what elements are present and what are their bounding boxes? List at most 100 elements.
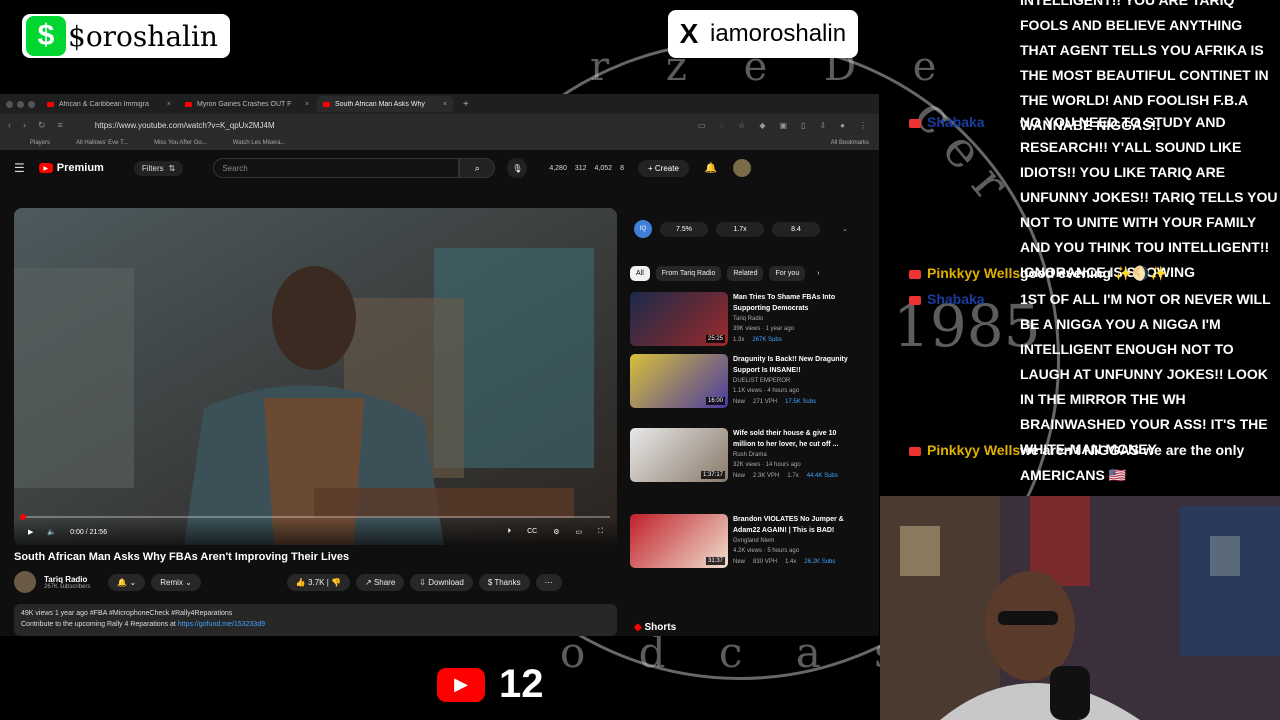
chat-username: Pinkkyy Wells	[927, 442, 1021, 458]
description-text: Contribute to the upcoming Rally 4 Repar…	[21, 621, 178, 628]
download-icon[interactable]: ⇩	[819, 121, 826, 130]
rec-channel[interactable]: Rush Drama	[733, 450, 851, 460]
rec-title[interactable]: Brandon VIOLATES No Jumper & Adam22 AGAI…	[733, 514, 851, 536]
kebab-menu-icon[interactable]: ⋮	[859, 121, 867, 130]
browser-tab-active[interactable]: South African Man Asks Why ×	[317, 96, 453, 112]
chip-for-you[interactable]: For you	[769, 266, 806, 281]
youtube-logo[interactable]: ▶ Premium	[38, 162, 104, 174]
rec-title[interactable]: Man Tries To Shame FBAs Into Supporting …	[733, 292, 851, 314]
youtube-icon	[909, 446, 921, 456]
sidebar-icon[interactable]: ▯	[801, 121, 805, 130]
close-tab-icon[interactable]: ×	[443, 101, 447, 108]
channel-name[interactable]: Tariq Radio	[44, 575, 90, 584]
chat-username: Pinkkyy Wells	[927, 265, 1021, 281]
chevron-down-icon[interactable]: ⌄	[842, 225, 848, 233]
chip-related[interactable]: Related	[727, 266, 764, 281]
volume-icon[interactable]: 🔈	[47, 528, 56, 536]
bookmark-item[interactable]: Watch Les Misera...	[233, 140, 286, 146]
rec-tag: 267K Subs	[752, 337, 782, 343]
video-thumbnail[interactable]: 16:00	[630, 354, 728, 408]
url-field[interactable]: https://www.youtube.com/watch?v=K_qpUx2M…	[95, 121, 275, 130]
recommendation-item[interactable]: 31:37 Brandon VIOLATES No Jumper & Adam2…	[630, 514, 868, 580]
bookmark-item[interactable]: Miss You After Go...	[154, 140, 207, 146]
rec-title[interactable]: Wife sold their house & give 10 million …	[733, 428, 851, 450]
chat-message: Pinkkyy Wells we aren't NIGGAS we are th…	[905, 438, 1275, 483]
rec-channel[interactable]: Tariq Radio	[733, 314, 851, 324]
window-minimize-dot[interactable]	[17, 100, 24, 108]
tab-bar: African & Caribbean Immigra × Myron Gaine…	[0, 94, 879, 114]
close-tab-icon[interactable]: ×	[305, 101, 309, 108]
bookmark-item[interactable]: All Hallows' Eve T...	[76, 140, 128, 146]
video-thumbnail[interactable]: 31:37	[630, 514, 728, 568]
fullscreen-icon[interactable]: ⛶	[598, 528, 603, 536]
close-tab-icon[interactable]: ×	[167, 101, 171, 108]
video-title: South African Man Asks Why FBAs Aren't I…	[14, 551, 350, 563]
logo-label: Premium	[56, 162, 104, 174]
back-icon[interactable]: ‹	[8, 120, 11, 130]
notification-bell-button[interactable]: 🔔 ⌄	[108, 573, 146, 591]
video-player[interactable]: ▶ 🔈 0:00 / 21:56 ⏵ CC ⚙ ▭ ⛶	[14, 208, 617, 545]
hamburger-menu-icon[interactable]: ☰	[14, 161, 25, 175]
duration-badge: 31:37	[705, 557, 725, 565]
chat-username: Shabaka	[927, 291, 985, 307]
reload-icon[interactable]: ↻	[38, 120, 46, 131]
rec-channel[interactable]: Gvngland Niem	[733, 536, 851, 546]
rec-tag: New	[733, 399, 746, 405]
cast-icon[interactable]: ▭	[698, 121, 706, 130]
video-thumbnail[interactable]: 25:25	[630, 292, 728, 346]
chip-from-channel[interactable]: From Tariq Radio	[655, 266, 722, 281]
rec-title[interactable]: Dragunity Is Back!! New Dragunity Suppor…	[733, 354, 851, 376]
play-icon[interactable]: ▶	[28, 528, 33, 536]
stat-value: 4,052	[594, 164, 613, 172]
browser-tab[interactable]: Myron Gaines Crashes OUT F ×	[179, 96, 315, 112]
channel-row: Tariq Radio 267K subscribers 🔔 ⌄ Remix ⌄…	[14, 571, 617, 593]
account-avatar[interactable]	[733, 159, 752, 177]
filters-button[interactable]: Filters ⇅	[133, 160, 184, 176]
like-button[interactable]: 👍 3.7K | 👎	[286, 573, 350, 591]
all-bookmarks[interactable]: All Bookmarks	[831, 140, 869, 146]
recommendation-item[interactable]: 25:25 Man Tries To Shame FBAs Into Suppo…	[630, 292, 868, 358]
thanks-label: Thanks	[494, 577, 521, 587]
recommendation-item[interactable]: 16:00 Dragunity Is Back!! New Dragunity …	[630, 354, 868, 420]
more-actions-icon[interactable]: ⋯	[535, 573, 562, 591]
channel-avatar[interactable]	[14, 571, 36, 593]
create-button[interactable]: + Create	[637, 159, 689, 177]
chat-text: good evening ✨🌖✨	[1020, 265, 1168, 281]
recommendation-item[interactable]: 1:37:17 Wife sold their house & give 10 …	[630, 428, 868, 494]
window-close-dot[interactable]	[6, 100, 13, 108]
rec-meta: 32K views · 14 hours ago	[733, 462, 801, 468]
site-info-icon[interactable]: ≡	[58, 120, 63, 130]
bookmark-item[interactable]: Players	[30, 140, 50, 146]
download-button[interactable]: ⇩ Download	[410, 573, 473, 591]
profile-icon[interactable]: ●	[840, 121, 845, 130]
progress-bar[interactable]	[20, 514, 610, 520]
remix-button[interactable]: Remix ⌄	[151, 573, 201, 591]
search-input[interactable]: Search	[213, 158, 460, 178]
chip-all[interactable]: All	[630, 266, 650, 281]
window-maximize-dot[interactable]	[28, 100, 35, 108]
captions-icon[interactable]: CC	[527, 528, 537, 536]
notifications-bell-icon[interactable]: 🔔	[705, 163, 717, 174]
theater-mode-icon[interactable]: ▭	[575, 528, 582, 536]
chevron-right-icon[interactable]: ›	[811, 266, 825, 281]
description-link[interactable]: https://gofund.me/153233d9	[178, 621, 265, 628]
browser-tab[interactable]: African & Caribbean Immigra ×	[41, 96, 177, 112]
video-thumbnail[interactable]: 1:37:17	[630, 428, 728, 482]
eye-off-icon[interactable]: ◌	[719, 121, 724, 130]
thanks-button[interactable]: $ Thanks	[478, 573, 530, 591]
rec-channel[interactable]: DUELIST EMPEROR	[733, 376, 851, 386]
forward-icon[interactable]: ›	[23, 120, 26, 130]
star-icon[interactable]: ☆	[738, 121, 745, 130]
autoplay-toggle-icon[interactable]: ⏵	[508, 528, 512, 536]
viewer-count: 12	[499, 662, 544, 706]
search-icon[interactable]: ⌕	[459, 158, 496, 178]
rec-meta: 4.2K views · 5 hours ago	[733, 548, 800, 554]
description-box[interactable]: 49K views 1 year ago #FBA #MicrophoneChe…	[14, 604, 617, 636]
extension-icon[interactable]: ◆	[759, 121, 765, 130]
microphone-icon[interactable]: 🎙	[507, 158, 528, 178]
settings-gear-icon[interactable]: ⚙	[553, 528, 559, 536]
new-tab-icon[interactable]: +	[463, 99, 469, 110]
puzzle-icon[interactable]: ▣	[779, 121, 787, 130]
shorts-heading: ◆ Shorts	[634, 622, 676, 633]
share-button[interactable]: ↗ Share	[356, 573, 405, 591]
